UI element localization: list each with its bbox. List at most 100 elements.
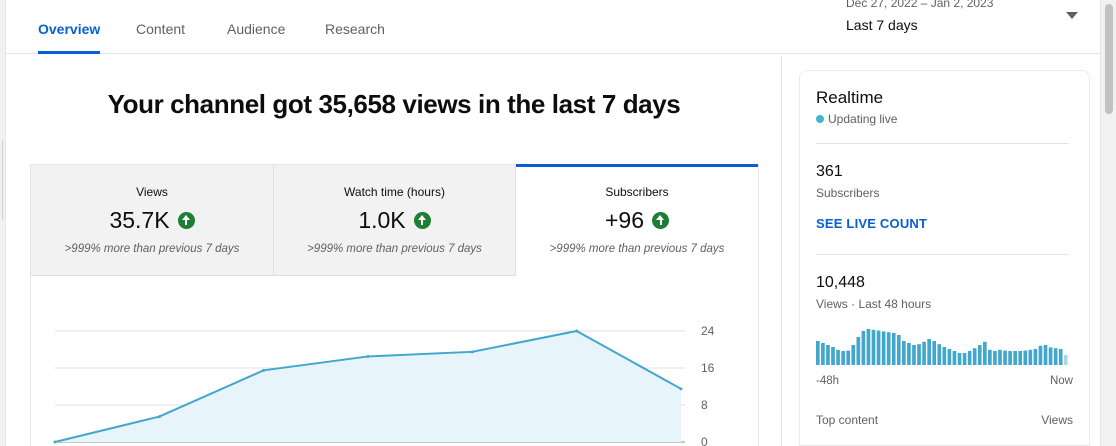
realtime-view-bar	[902, 341, 906, 365]
see-live-count-link[interactable]: SEE LIVE COUNT	[816, 216, 927, 231]
realtime-title: Realtime	[816, 88, 884, 107]
overview-content: Your channel got 35,658 views in the las…	[6, 55, 782, 446]
metric-comparison: >999% more than previous 7 days	[549, 243, 725, 255]
divider	[816, 143, 1069, 144]
metric-value-row: 1.0K	[274, 205, 515, 235]
realtime-view-bar	[816, 341, 820, 365]
scrollbar-thumb[interactable]	[1105, 4, 1113, 114]
realtime-view-bar	[957, 353, 962, 365]
realtime-view-bar	[993, 351, 997, 365]
arrow-up-icon	[177, 211, 195, 229]
realtime-view-bar	[1028, 349, 1033, 365]
realtime-view-bar	[942, 347, 947, 365]
tab-content[interactable]: Content	[136, 0, 185, 54]
arrow-up-icon	[413, 211, 431, 229]
realtime-subscribers-label: Subscribers	[816, 186, 880, 200]
metric-tab-watch-time[interactable]: Watch time (hours) 1.0K >999% more than …	[274, 165, 516, 276]
realtime-view-bar	[907, 343, 911, 365]
chart-y-tick-label: 24	[701, 324, 715, 338]
tab-research[interactable]: Research	[325, 0, 385, 54]
metric-tab-views[interactable]: Views 35.7K >999% more than previous 7 d…	[31, 165, 274, 276]
realtime-view-bar	[826, 345, 830, 365]
metrics-chart-card: Views 35.7K >999% more than previous 7 d…	[30, 164, 759, 446]
page-scrollbar[interactable]	[1100, 0, 1116, 446]
top-content-views-header: Views	[1041, 413, 1073, 427]
realtime-view-bar	[871, 329, 876, 365]
realtime-view-bar	[891, 333, 896, 365]
tab-overview[interactable]: Overview	[38, 0, 101, 54]
realtime-view-bar	[846, 350, 851, 365]
realtime-views-label: Views · Last 48 hours	[816, 297, 932, 311]
realtime-view-bar	[927, 339, 931, 365]
metric-title: Subscribers	[605, 185, 669, 199]
metric-comparison: >999% more than previous 7 days	[307, 243, 482, 255]
realtime-view-bar	[841, 351, 845, 365]
realtime-status-text: Updating live	[828, 112, 898, 126]
arrow-up-icon	[652, 211, 669, 229]
realtime-view-bar	[972, 348, 977, 365]
realtime-view-bar	[977, 345, 982, 365]
realtime-axis-end: Now	[1049, 375, 1073, 387]
analytics-main: Overview Content Audience Research Dec 2…	[6, 0, 1100, 446]
chart-data-point	[157, 415, 161, 419]
metric-value: +96	[604, 206, 644, 233]
realtime-view-bar	[947, 349, 952, 365]
realtime-view-bar	[998, 349, 1002, 365]
realtime-panel: Realtime Updating live 361 Subscribers S…	[799, 70, 1090, 446]
live-dot-icon	[816, 115, 824, 123]
chart-area-fill	[55, 331, 681, 442]
metric-value: 1.0K	[358, 206, 406, 233]
metric-value-row: +96	[516, 205, 758, 235]
chart-y-tick-label: 8	[701, 398, 708, 412]
date-range-picker[interactable]: Dec 27, 2022 – Jan 2, 2023 Last 7 days	[846, 0, 1082, 40]
chart-data-point	[53, 440, 57, 444]
chart-data-point	[366, 354, 370, 358]
divider	[816, 254, 1069, 255]
realtime-view-bar	[962, 353, 967, 365]
tab-audience[interactable]: Audience	[227, 0, 285, 54]
realtime-view-bar	[1058, 349, 1063, 365]
analytics-tabs: Overview Content Audience Research Dec 2…	[6, 0, 1100, 54]
metric-title: Views	[136, 185, 168, 199]
chart-y-tick-label: 16	[701, 361, 715, 375]
realtime-view-bar	[922, 341, 926, 365]
realtime-view-bar	[952, 351, 957, 365]
realtime-view-bar	[937, 344, 942, 365]
realtime-view-bar	[982, 341, 987, 365]
metric-comparison: >999% more than previous 7 days	[64, 243, 240, 255]
realtime-view-bar	[1018, 351, 1023, 365]
realtime-view-bar	[1008, 351, 1012, 365]
realtime-view-bar	[1033, 349, 1038, 365]
realtime-axis-start: -48h	[816, 375, 840, 387]
realtime-subscribers-value: 361	[816, 163, 843, 180]
realtime-view-bar	[967, 351, 972, 365]
dropdown-arrow-icon[interactable]	[1066, 12, 1078, 19]
realtime-views-bar-chart	[816, 329, 1068, 365]
metric-value: 35.7K	[109, 206, 170, 233]
realtime-view-bar	[831, 347, 835, 365]
realtime-view-bar	[856, 337, 861, 365]
chart-data-point	[575, 329, 579, 333]
realtime-view-bar	[1043, 345, 1048, 365]
realtime-view-bar	[866, 329, 871, 365]
metric-tab-subscribers[interactable]: Subscribers +96 >999% more than previous…	[516, 164, 758, 276]
panel-separator	[0, 140, 3, 220]
realtime-view-bar	[1023, 350, 1028, 365]
top-content-label: Top content	[816, 413, 879, 427]
date-range-label: Last 7 days	[846, 17, 918, 33]
chart-data-point	[679, 387, 683, 391]
subscribers-line-chart: 24 16 8 0	[53, 324, 715, 446]
realtime-status: Updating live	[816, 112, 897, 126]
metric-title: Watch time (hours)	[344, 185, 445, 199]
realtime-view-bar	[1003, 350, 1007, 365]
realtime-view-bar	[876, 330, 881, 365]
realtime-view-bar	[861, 331, 866, 365]
realtime-view-bar	[988, 349, 992, 365]
realtime-views-value: 10,448	[816, 274, 865, 291]
chart-data-point	[262, 368, 266, 372]
realtime-view-bar	[881, 331, 886, 365]
realtime-view-bar	[1053, 348, 1058, 365]
realtime-view-bar	[886, 332, 891, 365]
chart-y-tick-label: 0	[701, 435, 708, 446]
date-range-text: Dec 27, 2022 – Jan 2, 2023	[846, 0, 994, 10]
